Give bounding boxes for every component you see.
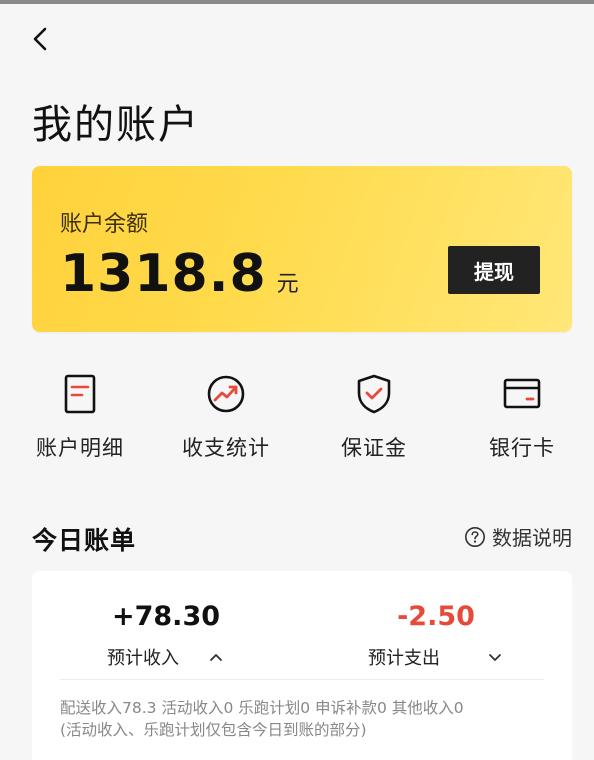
today-bill-title: 今日账单 xyxy=(32,526,137,555)
income-amount: +78.30 xyxy=(111,601,221,632)
shortcut-grid: 账户明细 收支统计 保证金 银行卡 xyxy=(0,372,594,462)
shortcut-label: 银行卡 xyxy=(489,436,555,460)
income-breakdown-line: 配送收入78.3 活动收入0 乐跑计划0 申诉补款0 其他收入0 xyxy=(60,699,464,717)
income-summary: +78.30 预计收入 xyxy=(66,601,266,670)
today-bill-card: +78.30 预计收入 -2.50 预计支出 配送收入78.3 活动收入0 乐跑… xyxy=(32,571,572,760)
page-title: 我的账户 xyxy=(32,102,200,148)
balance-card: 账户余额 1318.8 元 提现 xyxy=(32,166,572,332)
trend-chart-icon xyxy=(207,375,245,413)
withdraw-button[interactable]: 提现 xyxy=(448,246,540,294)
income-breakdown-note: (活动收入、乐跑计划仅包含今日到账的部分) xyxy=(60,721,367,739)
question-circle-icon xyxy=(465,526,485,547)
expense-amount: -2.50 xyxy=(397,601,475,632)
expense-label: 预计支出 xyxy=(368,648,440,669)
expense-summary: -2.50 预计支出 xyxy=(336,601,536,670)
shortcut-account-details[interactable]: 账户明细 xyxy=(10,372,150,462)
data-explanation-link[interactable]: 数据说明 xyxy=(464,522,572,551)
shortcut-income-stats[interactable]: 收支统计 xyxy=(156,372,296,462)
status-bar-strip xyxy=(0,0,594,4)
shortcut-label: 保证金 xyxy=(341,436,407,460)
chevron-left-icon xyxy=(33,27,47,51)
balance-amount: 1318.8 元 xyxy=(60,244,299,304)
shield-check-icon xyxy=(357,374,391,414)
bank-card-icon xyxy=(503,378,541,409)
shortcut-bank-card[interactable]: 银行卡 xyxy=(452,372,592,462)
back-button[interactable] xyxy=(26,24,56,54)
chevron-up-icon[interactable] xyxy=(207,648,225,666)
income-label: 预计收入 xyxy=(107,648,179,669)
document-icon xyxy=(64,374,96,414)
shortcut-label: 收支统计 xyxy=(182,436,270,460)
balance-unit: 元 xyxy=(276,272,299,297)
balance-label: 账户余额 xyxy=(60,212,149,237)
shortcut-deposit[interactable]: 保证金 xyxy=(304,372,444,462)
income-breakdown: 配送收入78.3 活动收入0 乐跑计划0 申诉补款0 其他收入0 (活动收入、乐… xyxy=(60,697,464,741)
bill-divider xyxy=(60,679,544,680)
balance-value: 1318.8 xyxy=(60,244,267,304)
shortcut-label: 账户明细 xyxy=(36,436,124,460)
chevron-down-icon[interactable] xyxy=(486,648,504,666)
data-explanation-label: 数据说明 xyxy=(492,526,572,550)
